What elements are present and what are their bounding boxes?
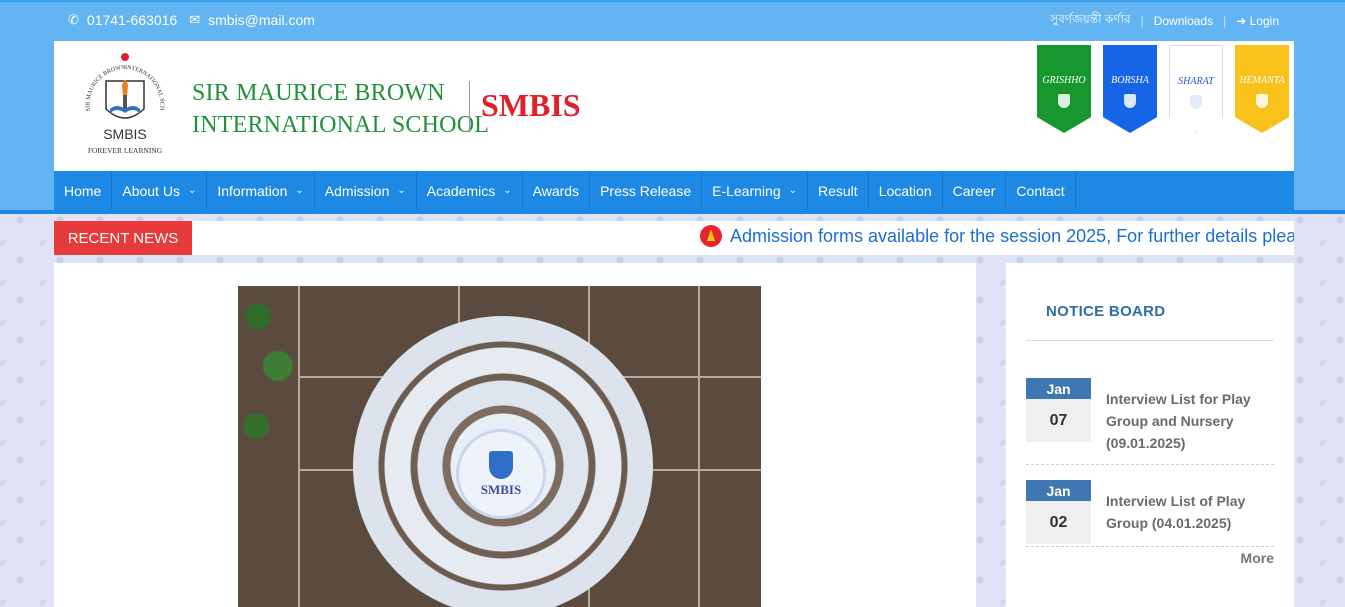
notice-date: Jan 02 [1026,480,1091,544]
nav-label: Career [952,182,996,199]
chevron-down-icon: ⌄ [788,185,797,196]
nav-information[interactable]: Information ⌄ [207,171,315,210]
main-content: SMBIS [54,263,976,607]
nav-e-learning[interactable]: E-Learning ⌄ [702,171,808,210]
login-link[interactable]: ➜ Login [1236,14,1279,28]
notice-day: 07 [1026,399,1091,442]
notice-divider [1026,464,1274,465]
shield-icon [1256,94,1268,108]
downloads-link[interactable]: Downloads [1154,14,1213,28]
phone-item: ✆ 01741-663016 [68,12,177,28]
header-divider [469,81,470,133]
separator: | [1140,14,1144,28]
house-flag-hemanta[interactable]: HEMANTA [1235,45,1289,133]
email-address[interactable]: smbis@mail.com [208,12,315,28]
nav-career[interactable]: Career [943,171,1007,210]
chevron-down-icon: ⌄ [295,185,304,196]
main-nav: Home About Us ⌄ Information ⌄ Admission ⌄ A… [54,171,1294,210]
nav-label: Home [64,182,102,199]
news-bullet-icon [700,225,722,247]
notice-month: Jan [1026,378,1091,399]
site-header: SIR MAURICE BROWN INTERNATIONAL SCHOOL S… [54,41,1294,171]
nav-label: Information [217,182,288,199]
nav-label: Awards [532,182,580,199]
nav-label: About Us [122,182,180,199]
house-flag-borsha[interactable]: BORSHA [1103,45,1157,133]
house-name: BORSHA [1111,75,1149,86]
shield-icon [489,450,513,479]
nav-admission[interactable]: Admission ⌄ [315,171,417,210]
nav-press-release[interactable]: Press Release [590,171,703,210]
nav-about-us[interactable]: About Us ⌄ [112,171,208,210]
nav-home[interactable]: Home [54,171,113,210]
nav-label: Result [818,182,858,199]
ground-line [298,286,300,607]
notice-text[interactable]: Interview List for Play Group and Nurser… [1106,388,1266,454]
shield-icon [1058,94,1070,108]
phone-icon: ✆ [68,12,79,27]
notice-text[interactable]: Interview List of Play Group (04.01.2025… [1106,490,1266,534]
shield-icon [1124,94,1136,108]
chevron-down-icon: ⌄ [503,185,512,196]
ground-line [698,286,700,607]
topbar-underline [0,210,1345,214]
photo-emblem-text: SMBIS [480,481,522,497]
suborno-jayanti-link[interactable]: সুবর্ণজয়ন্তী কর্ণার [1050,11,1130,31]
school-short-name: SMBIS [481,87,581,123]
news-ticker-text[interactable]: Admission forms available for the sessio… [730,226,1294,247]
phone-number: 01741-663016 [86,12,178,28]
recent-news-label: RECENT NEWS [54,221,192,255]
house-name: HEMANTA [1239,75,1285,86]
house-flag-sharat[interactable]: SHARAT [1169,45,1223,133]
nav-label: Contact [1016,182,1065,199]
school-logo[interactable]: SIR MAURICE BROWN INTERNATIONAL SCHOOL S… [76,53,174,159]
notice-board: NOTICE BOARD Jan 07 Interview List for P… [1006,263,1294,607]
photo-emblem: SMBIS [456,429,546,519]
plants [238,286,298,486]
login-label: Login [1249,14,1279,28]
house-name: SHARAT [1178,76,1214,87]
school-name-line1: SIR MAURICE BROWN [192,80,445,106]
separator: | [1223,14,1227,28]
nav-awards[interactable]: Awards [523,171,591,210]
nav-label: E-Learning [712,182,781,199]
shield-icon [1190,95,1202,109]
chevron-down-icon: ⌄ [187,185,197,196]
notice-divider [1026,546,1274,547]
notice-month: Jan [1026,480,1091,501]
contact-info: ✆ 01741-663016 ✉ smbis@mail.com [68,12,327,28]
envelope-icon: ✉ [189,12,201,27]
featured-photo: SMBIS [238,286,761,607]
notice-item[interactable]: Jan 02 Interview List of Play Group (04.… [1026,480,1274,548]
house-flag-grishho[interactable]: GRISHHO [1037,45,1091,133]
nav-label: Press Release [600,182,692,199]
logo-wordmark: SMBIS [103,126,147,142]
notice-item[interactable]: Jan 07 Interview List for Play Group and… [1026,378,1274,466]
notice-date: Jan 07 [1026,378,1091,442]
nav-contact[interactable]: Contact [1006,171,1076,210]
more-link[interactable]: More [1241,550,1274,566]
email-item[interactable]: ✉ smbis@mail.com [189,12,315,28]
notice-board-divider [1026,340,1274,341]
school-name[interactable]: SIR MAURICE BROWN INTERNATIONAL SCHOOL [192,77,489,141]
nav-academics[interactable]: Academics ⌄ [417,171,523,210]
house-flags: GRISHHO BORSHA SHARAT HEMANTA [1037,45,1289,133]
sign-in-icon: ➜ [1236,14,1247,28]
recent-news-bar: RECENT NEWS Admission forms available fo… [54,221,1294,255]
school-name-line2: INTERNATIONAL SCHOOL [192,112,490,138]
house-name: GRISHHO [1042,75,1086,86]
notice-board-title: NOTICE BOARD [1046,303,1166,320]
nav-result[interactable]: Result [808,171,869,210]
chevron-down-icon: ⌄ [397,185,406,196]
nav-label: Admission [324,182,390,199]
news-ticker[interactable]: Admission forms available for the sessio… [700,225,1294,247]
top-links: সুবর্ণজয়ন্তী কর্ণার | Downloads | ➜ Log… [1050,11,1279,31]
nav-location[interactable]: Location [869,171,943,210]
notice-day: 02 [1026,501,1091,544]
nav-label: Location [878,182,932,199]
nav-label: Academics [426,182,496,199]
logo-tagline: FOREVER LEARNING [88,146,163,155]
